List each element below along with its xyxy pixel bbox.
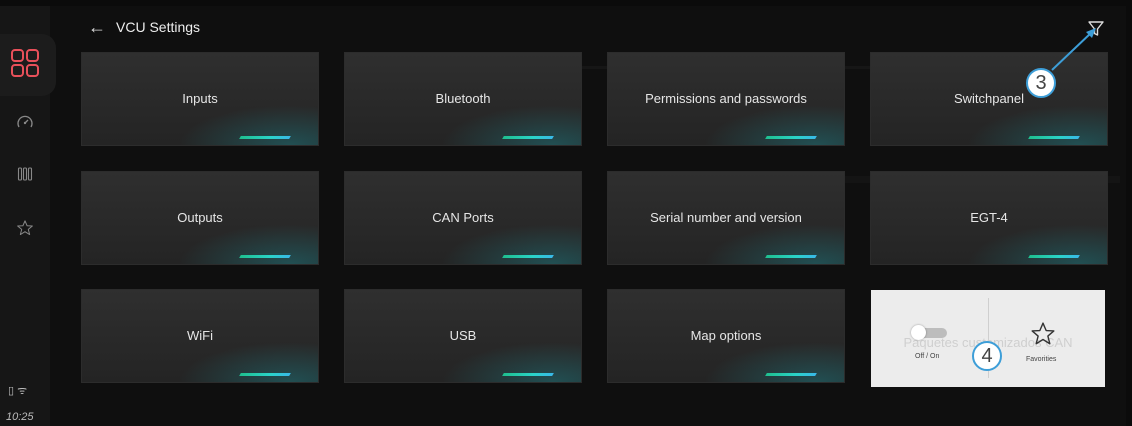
callout-3: 3 [1026, 68, 1056, 98]
tile-usb[interactable]: USB [345, 290, 581, 382]
tile-wifi[interactable]: WiFi [82, 290, 318, 382]
clock: 10:25 [6, 411, 34, 423]
tile-label: WiFi [187, 328, 213, 343]
tile-switchpanel[interactable]: Switchpanel [871, 53, 1107, 145]
tile-glow [967, 224, 1107, 264]
tile-label: Serial number and version [650, 210, 802, 225]
tile-accent-bar [502, 136, 554, 139]
tile-accent-bar [765, 373, 817, 376]
star-icon[interactable] [9, 212, 41, 244]
tile-label: USB [449, 328, 477, 343]
tile-outputs[interactable]: Outputs [82, 172, 318, 264]
tile-glow [704, 105, 844, 145]
tile-glow [704, 224, 844, 264]
tile-label: Inputs [182, 91, 218, 106]
favorite-toggle[interactable] [911, 325, 947, 340]
tile-accent-bar [765, 255, 817, 258]
gauge-icon[interactable] [9, 107, 41, 139]
tile-glow [704, 342, 844, 382]
sidebar: ▯ ᯤ 10:25 [0, 6, 56, 426]
tile-label: Map options [690, 328, 762, 343]
tile-label: Bluetooth [435, 91, 491, 106]
toggle-knob [911, 325, 926, 340]
app-window: ▯ ᯤ 10:25 ← VCU Settings Inputs Bluetoot… [0, 6, 1126, 426]
tile-bluetooth[interactable]: Bluetooth [345, 53, 581, 145]
columns-icon[interactable] [9, 158, 41, 190]
tile-accent-bar [502, 255, 554, 258]
tile-accent-bar [765, 136, 817, 139]
grid-icon[interactable] [9, 47, 41, 79]
tile-accent-bar [1028, 136, 1080, 139]
status-icons: ▯ ᯤ [8, 385, 28, 397]
toggle-label: Off / On [915, 353, 940, 360]
tile-label: EGT-4 [970, 210, 1008, 225]
tile-accent-bar [239, 136, 291, 139]
tile-glow [178, 224, 318, 264]
tile-glow [441, 224, 581, 264]
tile-label: Switchpanel [953, 91, 1025, 106]
tile-glow [441, 105, 581, 145]
tile-egt-4[interactable]: EGT-4 [871, 172, 1107, 264]
tile-label: CAN Ports [432, 210, 494, 225]
page-title: VCU Settings [116, 19, 201, 35]
tile-label: Permissions and passwords [645, 91, 807, 106]
tile-accent-bar [239, 373, 291, 376]
tile-glow [967, 105, 1107, 145]
tile-serial-number[interactable]: Serial number and version [608, 172, 844, 264]
tile-accent-bar [502, 373, 554, 376]
back-arrow-icon[interactable]: ← [88, 18, 106, 36]
tile-map-options[interactable]: Map options [608, 290, 844, 382]
header: ← VCU Settings [88, 18, 201, 36]
tile-inputs[interactable]: Inputs [82, 53, 318, 145]
tile-accent-bar [239, 255, 291, 258]
favorites-label: Favorities [1026, 356, 1057, 363]
tile-label: Outputs [177, 210, 223, 225]
tile-glow [178, 342, 318, 382]
tile-glow [441, 342, 581, 382]
tile-accent-bar [1028, 255, 1080, 258]
tile-can-ports[interactable]: CAN Ports [345, 172, 581, 264]
tile-permissions[interactable]: Permissions and passwords [608, 53, 844, 145]
favorites-star-icon[interactable] [1030, 321, 1056, 347]
tile-glow [178, 105, 318, 145]
filter-icon[interactable] [1087, 20, 1105, 38]
callout-4: 4 [972, 341, 1002, 371]
favorites-panel: Paquetes customizados CAN Off / On Favor… [871, 290, 1105, 387]
